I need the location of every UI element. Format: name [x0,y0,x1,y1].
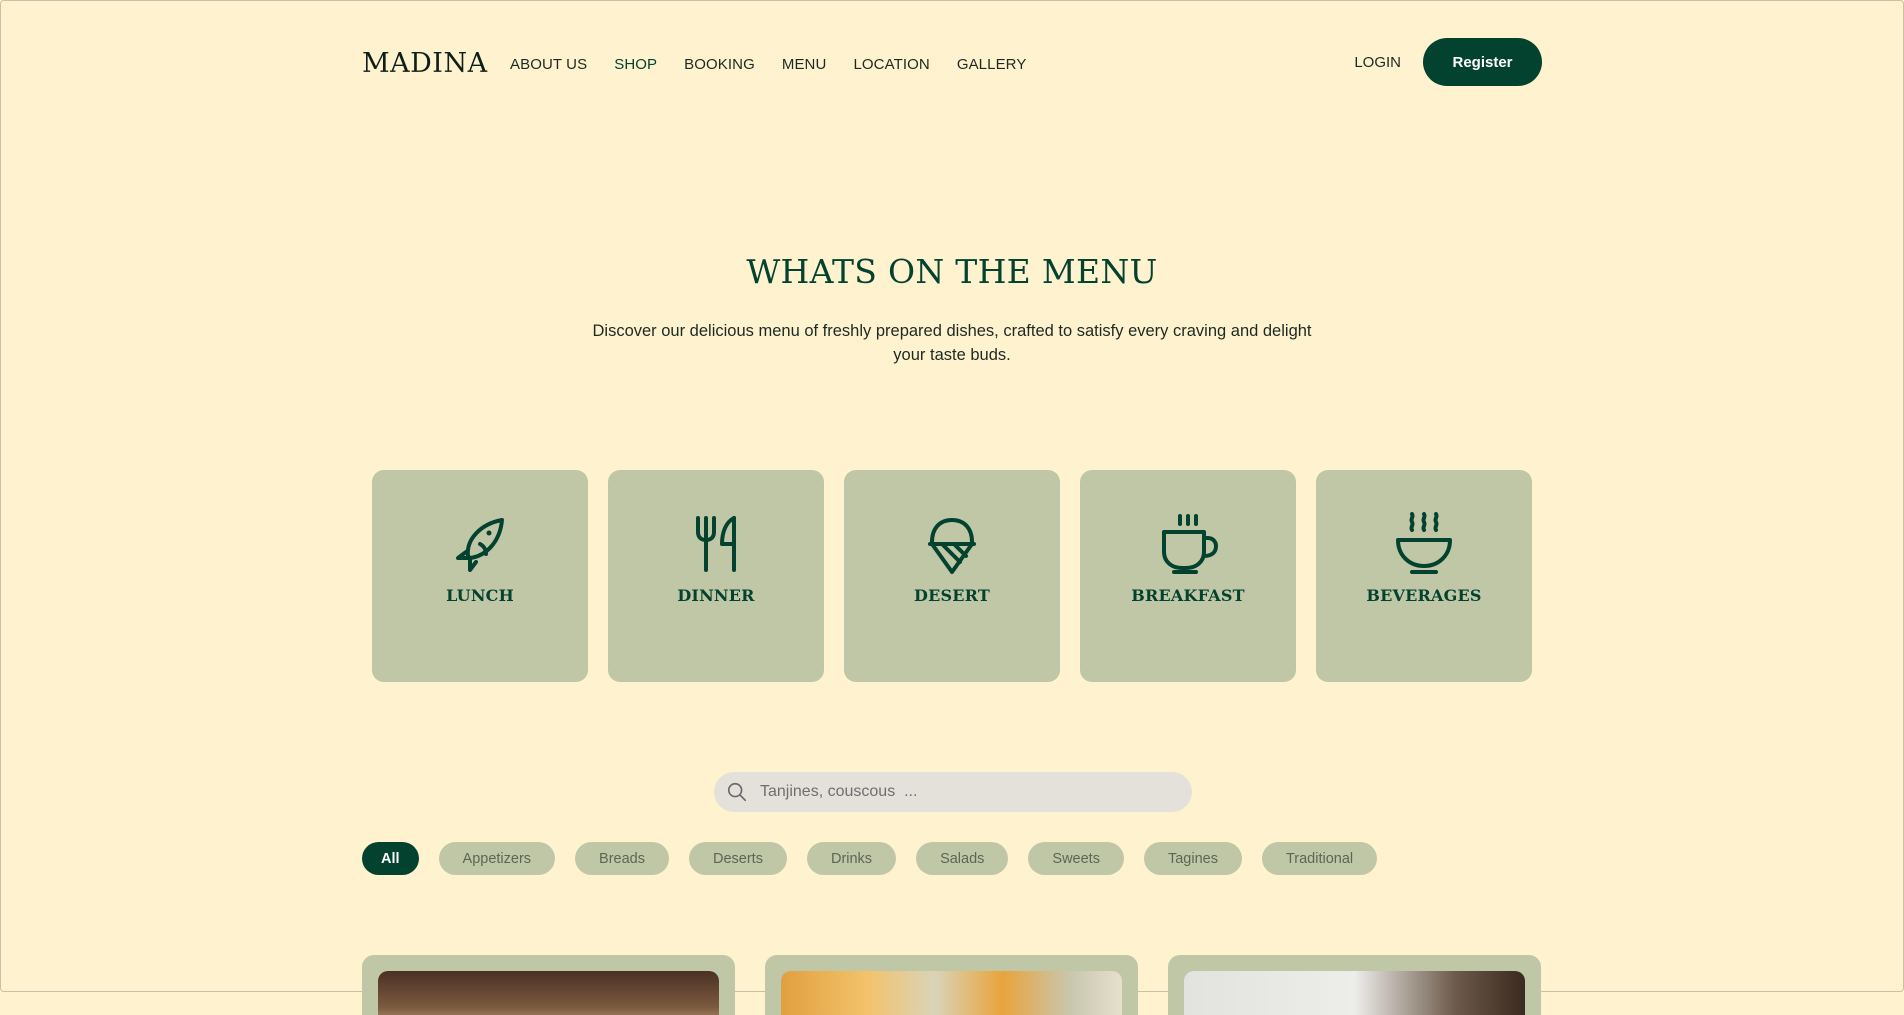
category-label: DESERT [914,586,990,605]
menu-hero: WHATS ON THE MENU Discover our delicious… [362,252,1542,367]
nav-link-shop[interactable]: SHOP [614,56,657,73]
filter-chip-all[interactable]: All [362,842,419,875]
steaming-bowl-icon [1392,512,1456,576]
site-header: MADINA ABOUT US SHOP BOOKING MENU LOCATI… [362,0,1542,128]
filter-chip-salads[interactable]: Salads [916,842,1009,875]
coffee-cup-icon [1156,512,1220,576]
category-card-desert[interactable]: DESERT [844,470,1060,682]
product-card[interactable] [1168,955,1541,1015]
main-nav: ABOUT US SHOP BOOKING MENU LOCATION GALL… [510,56,1026,74]
nav-link-location[interactable]: LOCATION [853,56,929,73]
filter-chip-appetizers[interactable]: Appetizers [438,842,556,875]
category-card-lunch[interactable]: LUNCH [372,470,588,682]
product-image [1184,971,1525,1015]
ice-cream-icon [920,512,984,576]
filter-chip-deserts[interactable]: Deserts [689,842,787,875]
product-grid [362,955,1541,1015]
nav-link-gallery[interactable]: GALLERY [957,56,1027,73]
category-label: DINNER [677,586,755,605]
search-icon [727,782,747,802]
page-description: Discover our delicious menu of freshly p… [592,322,1312,364]
page-container: MADINA ABOUT US SHOP BOOKING MENU LOCATI… [362,0,1542,1015]
category-card-breakfast[interactable]: BREAKFAST [1080,470,1296,682]
header-actions: LOGIN Register [1354,38,1542,86]
nav-link-menu[interactable]: MENU [782,56,827,73]
category-grid: LUNCH DINNER DESERT BREAKFAST BEVERAGES [372,470,1532,682]
login-link[interactable]: LOGIN [1354,54,1401,71]
category-label: BEVERAGES [1366,586,1482,605]
category-label: BREAKFAST [1131,586,1245,605]
category-card-beverages[interactable]: BEVERAGES [1316,470,1532,682]
fork-knife-icon [684,512,748,576]
filter-chips: All Appetizers Breads Deserts Drinks Sal… [362,842,1378,875]
product-card[interactable] [765,955,1138,1015]
menu-search [714,772,1192,812]
category-card-dinner[interactable]: DINNER [608,470,824,682]
filter-chip-traditional[interactable]: Traditional [1261,842,1378,875]
page-title: WHATS ON THE MENU [746,252,1158,291]
product-image [378,971,719,1015]
register-button[interactable]: Register [1423,38,1542,86]
nav-link-booking[interactable]: BOOKING [684,56,755,73]
product-image [781,971,1122,1015]
filter-chip-breads[interactable]: Breads [575,842,669,875]
search-input[interactable] [758,782,1162,802]
fish-icon [448,512,512,576]
brand-logo[interactable]: MADINA [362,48,488,79]
filter-chip-drinks[interactable]: Drinks [806,842,897,875]
category-label: LUNCH [446,586,514,605]
filter-chip-tagines[interactable]: Tagines [1143,842,1242,875]
nav-link-about-us[interactable]: ABOUT US [510,56,587,73]
product-card[interactable] [362,955,735,1015]
filter-chip-sweets[interactable]: Sweets [1028,842,1124,875]
